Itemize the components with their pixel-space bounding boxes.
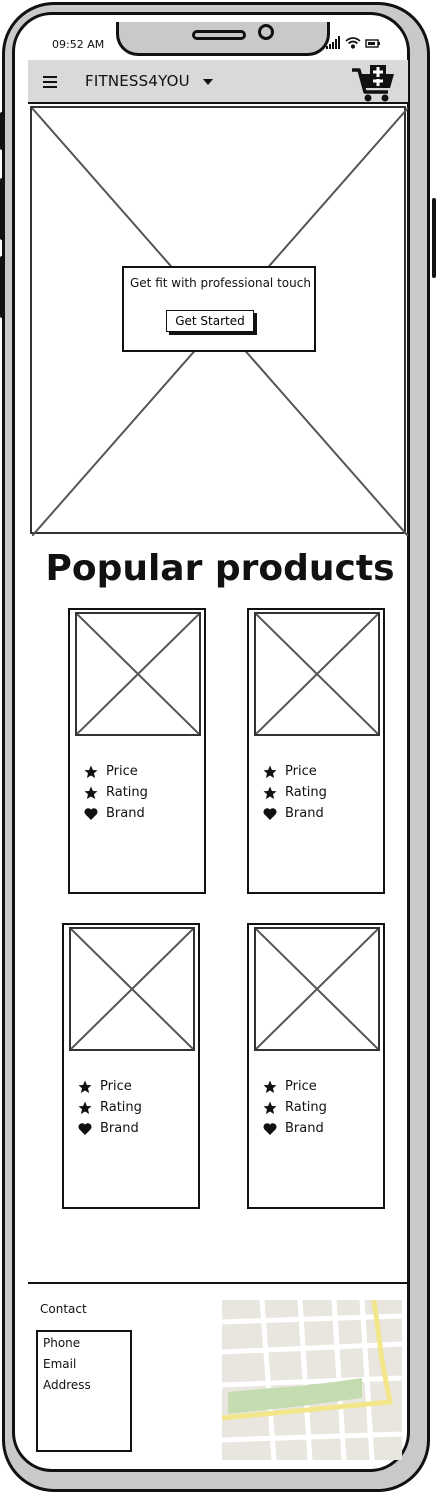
star-icon (78, 1101, 92, 1114)
battery-icon (365, 39, 380, 48)
contact-address[interactable]: Address (43, 1378, 91, 1392)
product-price: Price (78, 1079, 132, 1094)
star-icon (263, 765, 277, 778)
star-icon (263, 786, 277, 799)
hero-callout: Get fit with professional touch Get Star… (122, 266, 316, 352)
contact-title: Contact (40, 1302, 87, 1316)
navbar: FITNESS4YOU (28, 60, 408, 104)
product-brand: Brand (263, 806, 324, 821)
heart-icon (263, 807, 277, 820)
speaker-grille (192, 30, 246, 40)
star-icon (78, 1080, 92, 1093)
front-camera (258, 24, 274, 40)
product-brand: Brand (263, 1121, 324, 1136)
power-button (432, 198, 436, 278)
star-icon (263, 1101, 277, 1114)
contact-phone[interactable]: Phone (43, 1336, 80, 1350)
product-card[interactable]: Price Rating Brand (62, 923, 200, 1209)
contact-email[interactable]: Email (43, 1357, 76, 1371)
contact-list: Phone Email Address (36, 1330, 132, 1452)
product-price: Price (263, 764, 317, 779)
volume-down-button (0, 256, 4, 318)
caret-down-icon[interactable] (203, 79, 213, 85)
product-image-placeholder (254, 927, 380, 1051)
signal-icon (326, 36, 340, 49)
heart-icon (84, 807, 98, 820)
heart-icon (78, 1122, 92, 1135)
product-rating: Rating (84, 785, 148, 800)
product-rating: Rating (263, 1100, 327, 1115)
product-card[interactable]: Price Rating Brand (68, 608, 206, 894)
brand-title[interactable]: FITNESS4YOU (85, 72, 190, 90)
get-started-button[interactable]: Get Started (166, 310, 254, 332)
hamburger-icon[interactable] (43, 76, 57, 88)
product-image-placeholder (69, 927, 195, 1051)
footer: Contact Phone Email Address (28, 1282, 408, 1472)
silent-switch (0, 112, 4, 150)
location-map[interactable] (222, 1300, 402, 1460)
heart-icon (263, 1122, 277, 1135)
cart-plus-icon[interactable] (350, 64, 398, 104)
product-card[interactable]: Price Rating Brand (247, 923, 385, 1209)
product-rating: Rating (263, 785, 327, 800)
product-image-placeholder (254, 612, 380, 736)
product-price: Price (84, 764, 138, 779)
star-icon (84, 765, 98, 778)
status-time: 09:52 AM (52, 38, 105, 51)
product-price: Price (263, 1079, 317, 1094)
star-icon (263, 1080, 277, 1093)
product-rating: Rating (78, 1100, 142, 1115)
hero-tagline: Get fit with professional touch (130, 276, 311, 290)
star-icon (84, 786, 98, 799)
product-brand: Brand (78, 1121, 139, 1136)
product-card[interactable]: Price Rating Brand (247, 608, 385, 894)
status-icons (326, 36, 380, 49)
section-title: Popular products (45, 548, 395, 589)
product-brand: Brand (84, 806, 145, 821)
wifi-icon (345, 37, 361, 49)
hero-banner: Get fit with professional touch Get Star… (30, 106, 408, 536)
product-image-placeholder (75, 612, 201, 736)
volume-up-button (0, 178, 4, 240)
